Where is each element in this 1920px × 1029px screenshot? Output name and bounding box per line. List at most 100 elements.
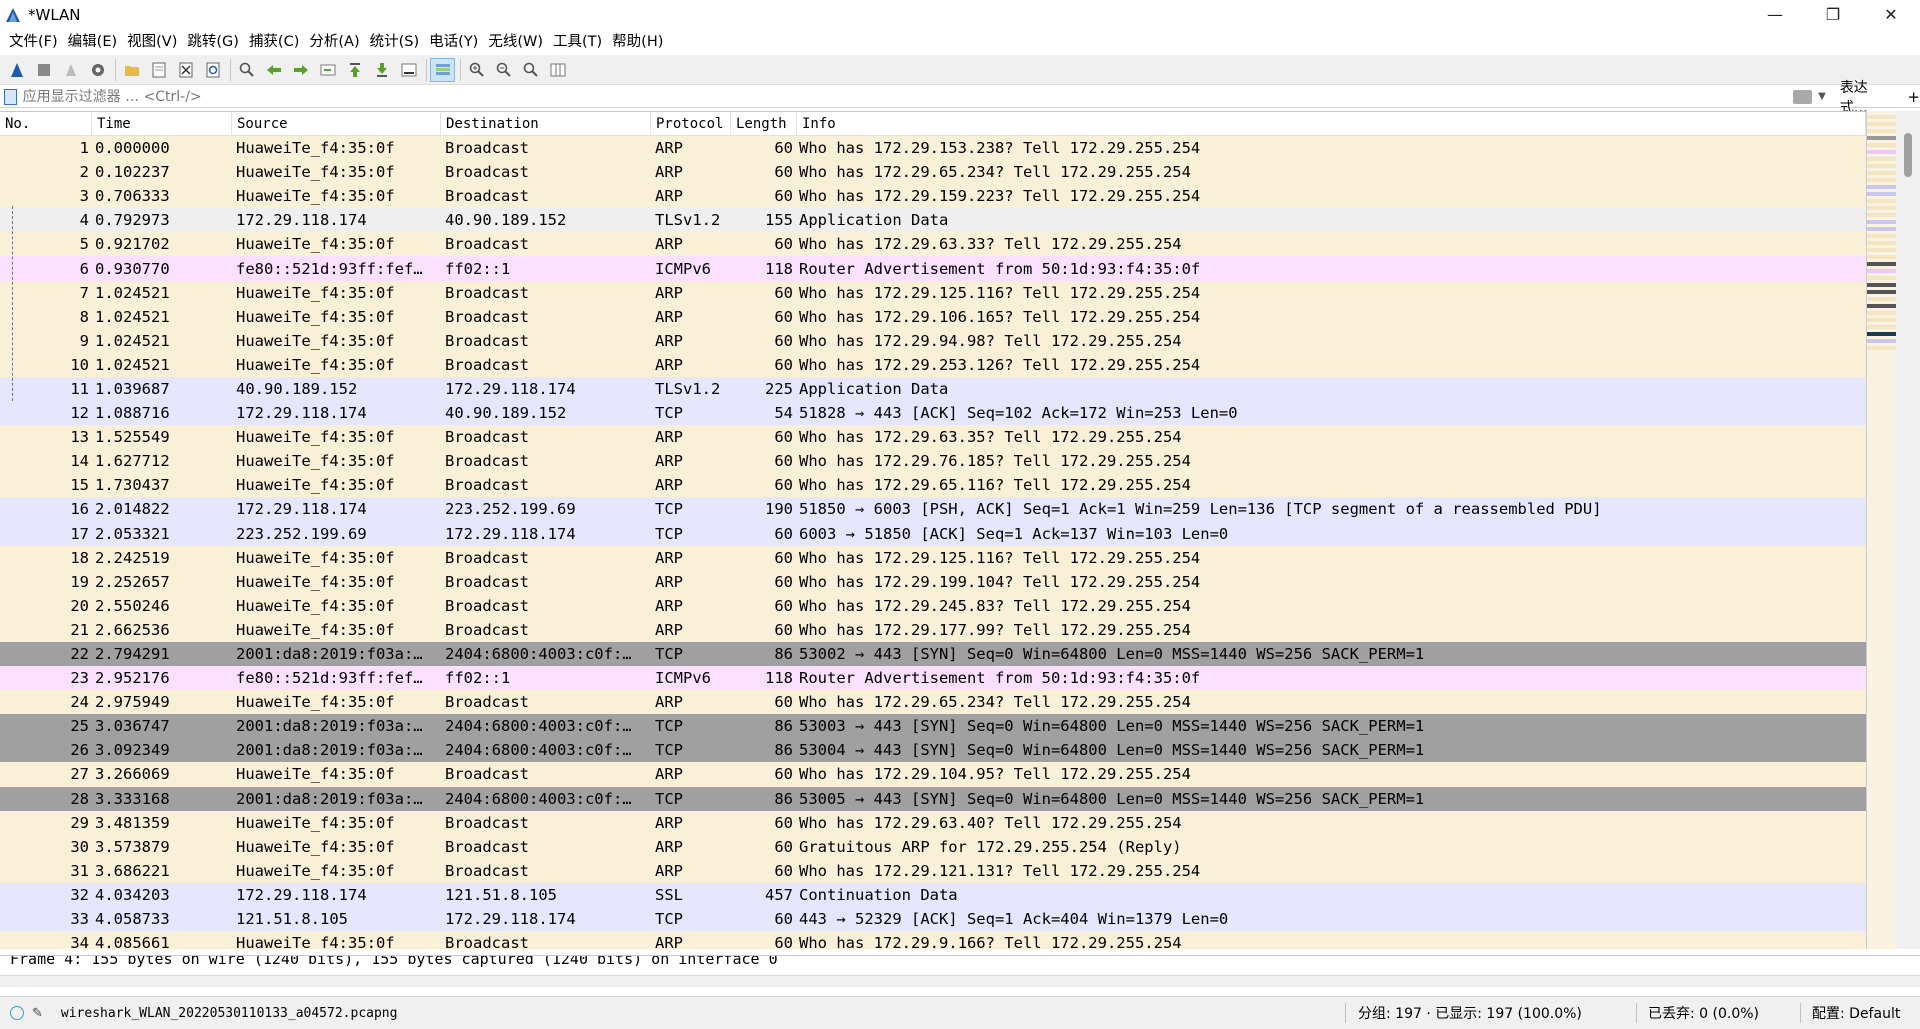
menu-file[interactable]: 文件(F) xyxy=(4,29,63,55)
capture-comment-icon[interactable]: ✎ xyxy=(32,1006,43,1021)
start-capture-icon[interactable] xyxy=(4,58,29,82)
menu-view[interactable]: 视图(V) xyxy=(122,29,182,55)
resize-columns-icon[interactable] xyxy=(545,58,570,82)
go-to-packet-icon[interactable] xyxy=(315,58,340,82)
expert-info-icon[interactable] xyxy=(10,1006,24,1020)
packet-row[interactable]: 19 2.252657 HuaweiTe_f4:35:0f Broadcast ARP 6… xyxy=(0,569,1866,594)
packet-row[interactable]: 27 3.266069 HuaweiTe_f4:35:0f Broadcast ARP 6… xyxy=(0,762,1866,787)
menu-go[interactable]: 跳转(G) xyxy=(182,29,244,55)
column-header-protocol[interactable]: Protocol xyxy=(651,112,731,136)
column-header-destination[interactable]: Destination xyxy=(441,112,651,136)
packet-row[interactable]: 5 0.921702 HuaweiTe_f4:35:0f Broadcast ARP 60… xyxy=(0,232,1866,257)
packet-row[interactable]: 3 0.706333 HuaweiTe_f4:35:0f Broadcast ARP 60… xyxy=(0,184,1866,209)
packet-row[interactable]: 7 1.024521 HuaweiTe_f4:35:0f Broadcast ARP 60… xyxy=(0,280,1866,305)
frame-detail-line[interactable]: Frame 4: 155 bytes on wire (1240 bits), … xyxy=(10,956,778,968)
scrollbar-thumb[interactable] xyxy=(1904,133,1912,177)
toolbar-divider xyxy=(115,58,116,81)
packet-time: 2.550246 xyxy=(95,596,170,615)
column-header-source[interactable]: Source xyxy=(232,112,441,136)
packet-row[interactable]: 26 3.092349 2001:da8:2019:f03a:… 2404:6800:… xyxy=(0,738,1866,763)
colorize-list-icon[interactable] xyxy=(430,57,455,82)
capture-options-gear-icon[interactable] xyxy=(85,58,110,82)
packet-row[interactable]: 28 3.333168 2001:da8:2019:f03a:… 2404:6800:… xyxy=(0,786,1866,811)
packet-row[interactable]: 20 2.550246 HuaweiTe_f4:35:0f Broadcast ARP 6… xyxy=(0,593,1866,618)
filter-history-dropdown-icon[interactable]: ▼ xyxy=(1818,91,1826,102)
packet-row[interactable]: 31 3.686221 HuaweiTe_f4:35:0f Broadcast ARP 6… xyxy=(0,858,1866,883)
find-packet-icon[interactable] xyxy=(234,58,259,82)
packet-row[interactable]: 22 2.794291 2001:da8:2019:f03a:… 2404:6800:… xyxy=(0,641,1866,667)
packet-row[interactable]: 16 2.014822 172.29.118.174 223.252.199.69 TC… xyxy=(0,497,1866,522)
packet-row[interactable]: 34 4.085661 HuaweiTe_f4:35:0f Broadcast ARP 6… xyxy=(0,931,1866,949)
apply-filter-arrow-icon[interactable] xyxy=(1792,89,1813,104)
packet-protocol: ARP xyxy=(655,813,683,832)
packet-row[interactable]: 11 1.039687 40.90.189.152 172.29.118.174 TLS… xyxy=(0,376,1866,402)
display-filter-input[interactable] xyxy=(22,87,1783,106)
column-header-length[interactable]: Length xyxy=(731,112,797,136)
zoom-normal-icon[interactable] xyxy=(518,58,543,82)
menu-help[interactable]: 帮助(H) xyxy=(607,29,668,55)
packet-row[interactable]: 32 4.034203 172.29.118.174 121.51.8.105 SSL 4… xyxy=(0,882,1866,907)
menu-telephony[interactable]: 电话(Y) xyxy=(424,29,483,55)
minimize-button[interactable]: — xyxy=(1746,0,1804,29)
filter-bookmark-icon[interactable] xyxy=(4,88,17,105)
restore-button[interactable]: ❐ xyxy=(1804,0,1862,29)
packet-row[interactable]: 6 0.930770 fe80::521d:93ff:fef… ff02::1 ICMP… xyxy=(0,256,1866,281)
menu-analyze[interactable]: 分析(A) xyxy=(304,29,364,55)
packet-row[interactable]: 23 2.952176 fe80::521d:93ff:fef… ff02::1 ICM… xyxy=(0,666,1866,691)
packet-row[interactable]: 25 3.036747 2001:da8:2019:f03a:… 2404:6800:… xyxy=(0,714,1866,739)
profile-selector[interactable]: 配置: Default xyxy=(1812,1003,1900,1023)
packet-row[interactable]: 15 1.730437 HuaweiTe_f4:35:0f Broadcast ARP 6… xyxy=(0,473,1866,498)
packet-row[interactable]: 9 1.024521 HuaweiTe_f4:35:0f Broadcast ARP 60… xyxy=(0,328,1866,353)
packet-time: 1.525549 xyxy=(95,428,170,447)
packet-row[interactable]: 29 3.481359 HuaweiTe_f4:35:0f Broadcast ARP 6… xyxy=(0,810,1866,835)
save-file-icon[interactable] xyxy=(146,58,171,82)
column-header-no[interactable]: No. xyxy=(0,112,92,136)
packet-row[interactable]: 8 1.024521 HuaweiTe_f4:35:0f Broadcast ARP 60… xyxy=(0,304,1866,329)
packet-row[interactable]: 33 4.058733 121.51.8.105 172.29.118.174 TCP 6… xyxy=(0,907,1866,932)
packet-minimap[interactable] xyxy=(1866,111,1897,949)
packet-info: Who has 172.29.65.234? Tell 172.29.255.2… xyxy=(799,693,1191,712)
column-header-time[interactable]: Time xyxy=(92,112,232,136)
packet-row[interactable]: 21 2.662536 HuaweiTe_f4:35:0f Broadcast ARP 6… xyxy=(0,617,1866,642)
packet-row[interactable]: 13 1.525549 HuaweiTe_f4:35:0f Broadcast ARP 6… xyxy=(0,425,1866,450)
menu-tools[interactable]: 工具(T) xyxy=(548,29,607,55)
close-file-icon[interactable] xyxy=(173,58,198,82)
packet-row[interactable]: 24 2.975949 HuaweiTe_f4:35:0f Broadcast ARP 6… xyxy=(0,690,1866,715)
close-button[interactable]: ✕ xyxy=(1862,0,1920,29)
reload-file-icon[interactable] xyxy=(200,58,225,82)
auto-scroll-icon[interactable] xyxy=(396,58,421,82)
restart-capture-icon[interactable] xyxy=(58,58,83,82)
menu-edit[interactable]: 编辑(E) xyxy=(63,29,122,55)
menu-statistics[interactable]: 统计(S) xyxy=(365,29,425,55)
zoom-in-icon[interactable] xyxy=(464,58,489,82)
packet-row[interactable]: 10 1.024521 HuaweiTe_f4:35:0f Broadcast ARP 6… xyxy=(0,352,1866,377)
column-header-info[interactable]: Info xyxy=(797,112,1866,136)
menu-capture[interactable]: 捕获(C) xyxy=(244,29,304,55)
go-forward-icon[interactable] xyxy=(288,58,313,82)
packet-protocol: ARP xyxy=(655,452,683,471)
horizontal-splitter[interactable] xyxy=(0,975,1920,987)
packet-row[interactable]: 30 3.573879 HuaweiTe_f4:35:0f Broadcast ARP 6… xyxy=(0,834,1866,859)
stop-capture-icon[interactable] xyxy=(31,58,56,82)
packet-source: 223.252.199.69 xyxy=(236,524,367,543)
go-back-icon[interactable] xyxy=(261,58,286,82)
go-last-icon[interactable] xyxy=(369,58,394,82)
vertical-scrollbar[interactable] xyxy=(1896,111,1920,949)
packet-source: HuaweiTe_f4:35:0f xyxy=(236,813,395,832)
packet-destination: Broadcast xyxy=(445,861,529,880)
go-first-icon[interactable] xyxy=(342,58,367,82)
packet-row[interactable]: 14 1.627712 HuaweiTe_f4:35:0f Broadcast ARP 6… xyxy=(0,449,1866,474)
packet-row[interactable]: 4 0.792973 172.29.118.174 40.90.189.152 TLSv… xyxy=(0,208,1866,233)
open-folder-icon[interactable] xyxy=(119,58,144,82)
packet-row[interactable]: 1 0.000000 HuaweiTe_f4:35:0f Broadcast ARP 60… xyxy=(0,136,1866,161)
menu-wireless[interactable]: 无线(W) xyxy=(483,29,548,55)
zoom-out-icon[interactable] xyxy=(491,58,516,82)
packet-row[interactable]: 2 0.102237 HuaweiTe_f4:35:0f Broadcast ARP 60… xyxy=(0,160,1866,185)
packet-row[interactable]: 12 1.088716 172.29.118.174 40.90.189.152 TCP… xyxy=(0,401,1866,426)
packet-source: fe80::521d:93ff:fef… xyxy=(236,669,423,688)
packet-row[interactable]: 18 2.242519 HuaweiTe_f4:35:0f Broadcast ARP 6… xyxy=(0,545,1866,570)
packet-row[interactable]: 17 2.053321 223.252.199.69 172.29.118.174 TC… xyxy=(0,521,1866,546)
add-filter-button[interactable]: + xyxy=(1907,88,1920,106)
packet-time: 2.662536 xyxy=(95,620,170,639)
packet-details-pane[interactable]: Frame 4: 155 bytes on wire (1240 bits), … xyxy=(0,955,1920,973)
